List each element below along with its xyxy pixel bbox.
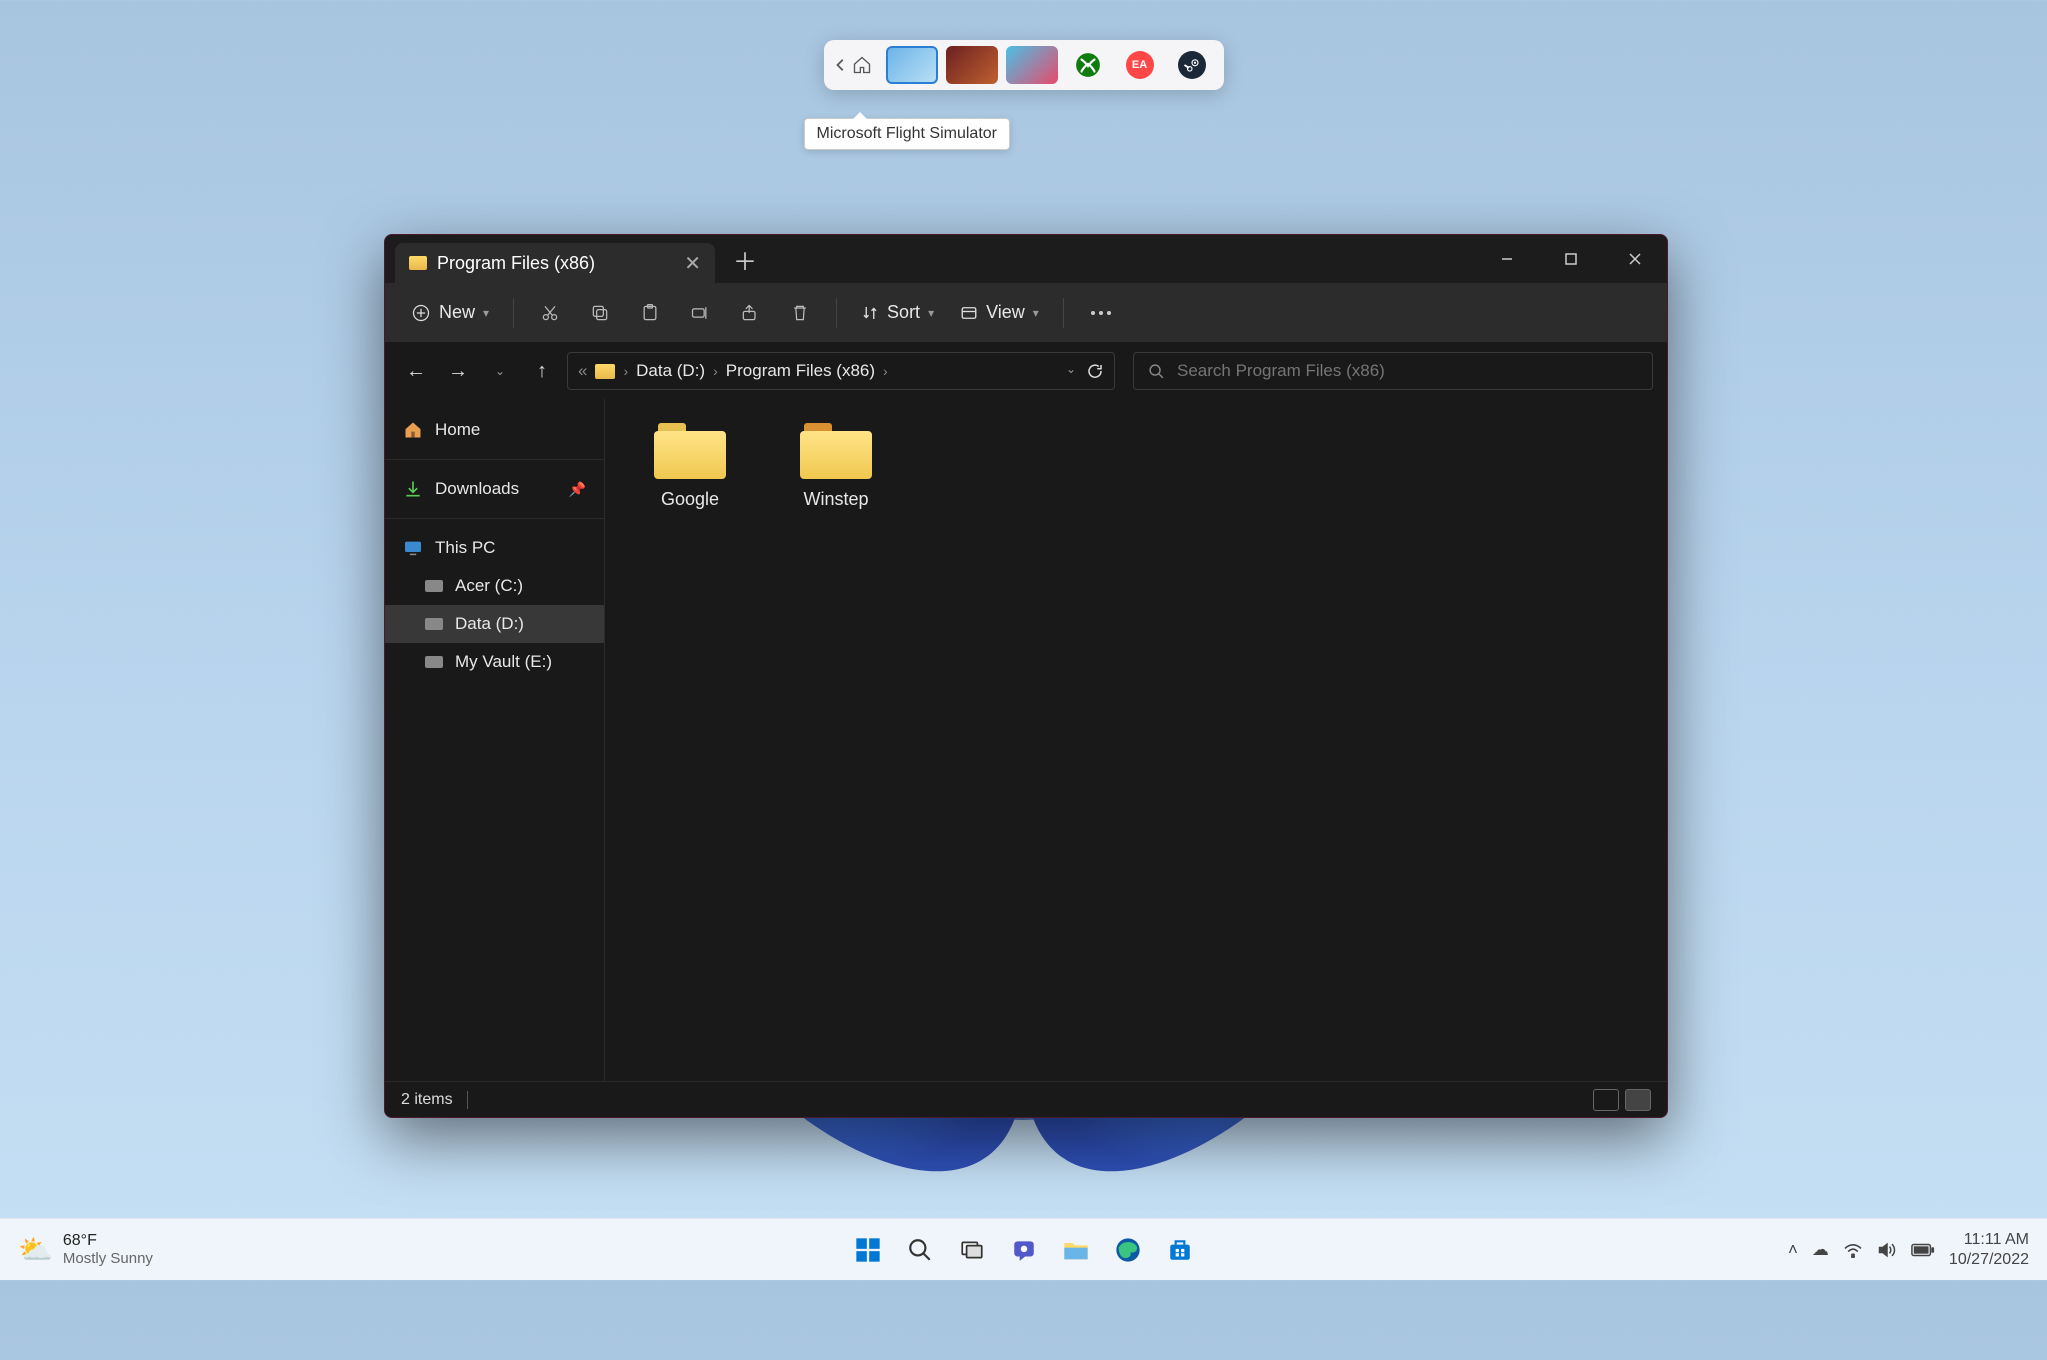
drive-icon [425,656,443,668]
folder-winstep[interactable]: Winstep [781,423,891,510]
sidebar-this-pc[interactable]: This PC [385,529,604,567]
sidebar-drive-e[interactable]: My Vault (E:) [385,643,604,681]
search-button[interactable] [899,1229,941,1271]
sidebar-home[interactable]: Home [385,411,604,449]
volume-icon[interactable] [1877,1241,1897,1259]
tab-title: Program Files (x86) [437,253,595,274]
address-dropdown[interactable]: ⌄ [1066,362,1076,380]
recent-button[interactable]: ⌄ [483,354,517,388]
up-button[interactable]: ↑ [525,354,559,388]
chevron-down-icon: ▾ [928,306,934,320]
clock[interactable]: 11:11 AM 10/27/2022 [1949,1230,2029,1270]
drive-icon [425,618,443,630]
folder-icon [654,423,726,479]
weather-widget[interactable]: ⛅ 68°F Mostly Sunny [0,1231,153,1268]
service-ea[interactable]: EA [1118,46,1162,84]
task-view-button[interactable] [951,1229,993,1271]
wifi-icon[interactable] [1843,1242,1863,1258]
chat-button[interactable] [1003,1229,1045,1271]
search-box[interactable] [1133,352,1653,390]
icons-view-button[interactable] [1625,1089,1651,1111]
file-explorer-window: Program Files (x86) ✕ ＋ New ▾ Sort ▾ [384,234,1668,1118]
view-button[interactable]: View ▾ [950,294,1049,331]
paste-button[interactable] [628,295,672,331]
delete-button[interactable] [778,295,822,331]
game-tile-2[interactable] [946,46,998,84]
folder-icon [595,364,615,379]
breadcrumb-drive[interactable]: Data (D:) [636,361,705,381]
store-button[interactable] [1159,1229,1201,1271]
back-button[interactable]: ← [399,354,433,388]
game-bar: EA [824,40,1224,90]
drive-icon [425,580,443,592]
minimize-button[interactable] [1475,235,1539,283]
status-bar: 2 items [385,1081,1667,1117]
chevron-down-icon: ▾ [483,306,489,320]
forward-button[interactable]: → [441,354,475,388]
nav-row: ← → ⌄ ↑ « › Data (D:) › Program Files (x… [385,343,1667,399]
sidebar-drive-c[interactable]: Acer (C:) [385,567,604,605]
service-steam[interactable] [1170,46,1214,84]
weather-temp: 68°F [63,1231,153,1250]
onedrive-icon[interactable]: ☁ [1812,1240,1829,1260]
close-window-button[interactable] [1603,235,1667,283]
taskbar: ⛅ 68°F Mostly Sunny ˄ ☁ [0,1218,2047,1280]
game-tile-flight-simulator[interactable] [886,46,938,84]
sidebar: Home Downloads 📌 This PC Acer (C:) Data … [385,399,605,1081]
sidebar-drive-d[interactable]: Data (D:) [385,605,604,643]
pin-icon: 📌 [569,481,586,498]
sidebar-downloads[interactable]: Downloads 📌 [385,470,604,508]
breadcrumb-folder[interactable]: Program Files (x86) [726,361,875,381]
start-button[interactable] [847,1229,889,1271]
service-xbox[interactable] [1066,46,1110,84]
new-button[interactable]: New ▾ [401,294,499,331]
refresh-button[interactable] [1086,362,1104,380]
cut-button[interactable] [528,295,572,331]
explorer-tab[interactable]: Program Files (x86) ✕ [395,243,715,283]
new-tab-button[interactable]: ＋ [733,242,757,277]
chevron-down-icon: ▾ [1033,306,1039,320]
rename-button[interactable] [678,295,722,331]
details-view-button[interactable] [1593,1089,1619,1111]
game-tile-forza[interactable] [1006,46,1058,84]
folder-icon [800,423,872,479]
more-button[interactable] [1078,302,1124,324]
gamebar-tooltip: Microsoft Flight Simulator [804,118,1011,150]
file-explorer-button[interactable] [1055,1229,1097,1271]
system-tray: ˄ ☁ 11:11 AM 10/27/2022 [1788,1230,2047,1270]
address-bar[interactable]: « › Data (D:) › Program Files (x86) › ⌄ [567,352,1115,390]
gamebar-back-button[interactable] [834,58,848,72]
search-input[interactable] [1177,361,1638,381]
gamebar-home-button[interactable] [852,55,872,75]
tray-overflow[interactable]: ˄ [1788,1240,1798,1260]
titlebar: Program Files (x86) ✕ ＋ [385,235,1667,283]
maximize-button[interactable] [1539,235,1603,283]
folder-google[interactable]: Google [635,423,745,510]
sort-button[interactable]: Sort ▾ [851,294,944,331]
tab-close-button[interactable]: ✕ [684,251,701,276]
battery-icon[interactable] [1911,1243,1935,1257]
share-button[interactable] [728,295,772,331]
edge-button[interactable] [1107,1229,1149,1271]
content-area[interactable]: Google Winstep [605,399,1667,1081]
folder-icon [409,256,427,270]
copy-button[interactable] [578,295,622,331]
toolbar: New ▾ Sort ▾ View ▾ [385,283,1667,343]
weather-desc: Mostly Sunny [63,1250,153,1268]
weather-icon: ⛅ [18,1233,53,1266]
search-icon [1148,363,1165,380]
item-count: 2 items [401,1091,453,1109]
